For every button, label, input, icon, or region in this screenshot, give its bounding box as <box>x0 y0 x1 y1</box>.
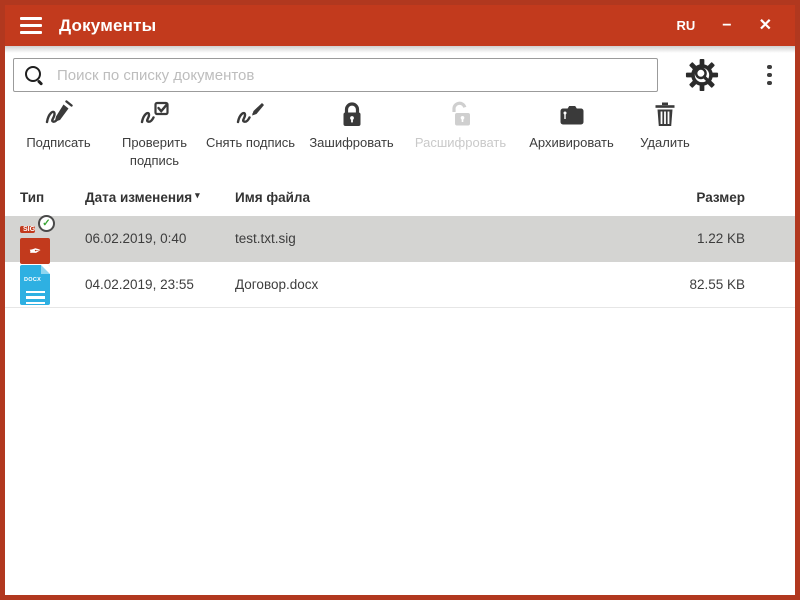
pen-nib-icon: ✒ <box>27 242 43 261</box>
verify-signature-button[interactable]: Проверить подпись <box>106 100 203 170</box>
column-header-type[interactable]: Тип <box>20 190 85 205</box>
document-text-lines <box>20 290 50 305</box>
sort-descending-icon: ▾ <box>195 189 200 200</box>
row-date: 04.02.2019, 23:55 <box>85 277 194 293</box>
settings-search-button[interactable] <box>685 58 719 92</box>
decrypt-button: Расшифровать <box>405 100 516 152</box>
titlebar: Документы RU − ✕ <box>5 5 795 46</box>
close-button[interactable]: ✕ <box>759 17 772 34</box>
titlebar-shadow <box>5 46 795 53</box>
sig-file-icon: SIG ✒ ✓ <box>20 214 55 264</box>
sign-icon <box>45 100 73 124</box>
table-row[interactable]: SIG ✒ ✓ 06.02.2019, 0:40 test.txt.sig 1.… <box>5 214 795 264</box>
row-filename: Договор.docx <box>235 277 319 293</box>
sign-button[interactable]: Подписать <box>11 100 106 152</box>
delete-button[interactable]: Удалить <box>627 100 703 152</box>
gear-search-icon <box>685 58 719 92</box>
table-header: Тип Дата изменения ▾ Имя файла Размер <box>5 178 795 216</box>
language-badge[interactable]: RU <box>676 18 695 33</box>
docx-file-icon: DOCX <box>20 264 50 305</box>
table-row[interactable]: DOCX 04.02.2019, 23:55 Договор.docx 82.5… <box>5 262 795 309</box>
toolbar-label: Архивировать <box>529 135 614 150</box>
row-size: 1.22 KB <box>696 231 745 247</box>
toolbar-label: Подписать <box>26 135 91 150</box>
row-filename: test.txt.sig <box>235 231 296 247</box>
toolbar: Подписать Проверить подпись Снять подпис… <box>5 94 795 174</box>
column-header-name[interactable]: Имя файла <box>235 190 635 205</box>
column-header-date-label: Дата изменения <box>85 189 193 205</box>
signature-valid-badge: ✓ <box>38 214 55 232</box>
toolbar-label: Снять подпись <box>205 135 296 150</box>
encrypt-lock-icon <box>343 102 360 126</box>
more-options-button[interactable] <box>761 61 778 90</box>
remove-signature-button[interactable]: Снять подпись <box>203 100 298 152</box>
search-input[interactable] <box>57 66 647 84</box>
page-title: Документы <box>59 15 157 35</box>
minimize-button[interactable]: − <box>722 17 731 34</box>
toolbar-label: Удалить <box>640 135 690 150</box>
docx-file-type-label: DOCX <box>24 276 42 283</box>
archive-icon <box>560 106 583 125</box>
toolbar-label: Проверить подпись <box>121 135 187 169</box>
search-icon <box>24 65 44 85</box>
app-window: Документы RU − ✕ Поиск по списку докумен… <box>0 0 800 600</box>
sig-file-type-label: SIG <box>20 225 36 233</box>
delete-trash-icon <box>655 102 675 126</box>
remove-signature-icon <box>236 103 264 124</box>
menu-icon[interactable] <box>20 17 42 34</box>
row-size: 82.55 KB <box>689 277 745 293</box>
column-header-size[interactable]: Размер <box>635 190 745 205</box>
toolbar-label: Расшифровать <box>414 135 507 150</box>
search-box <box>13 58 658 92</box>
search-row <box>5 53 795 94</box>
column-header-date[interactable]: Дата изменения ▾ <box>85 190 235 205</box>
verify-signature-icon <box>140 101 169 124</box>
archive-button[interactable]: Архивировать <box>516 100 627 152</box>
toolbar-label: Зашифровать <box>309 135 394 150</box>
decrypt-unlock-icon <box>451 101 470 126</box>
row-date: 06.02.2019, 0:40 <box>85 231 187 247</box>
encrypt-button[interactable]: Зашифровать <box>298 100 405 152</box>
